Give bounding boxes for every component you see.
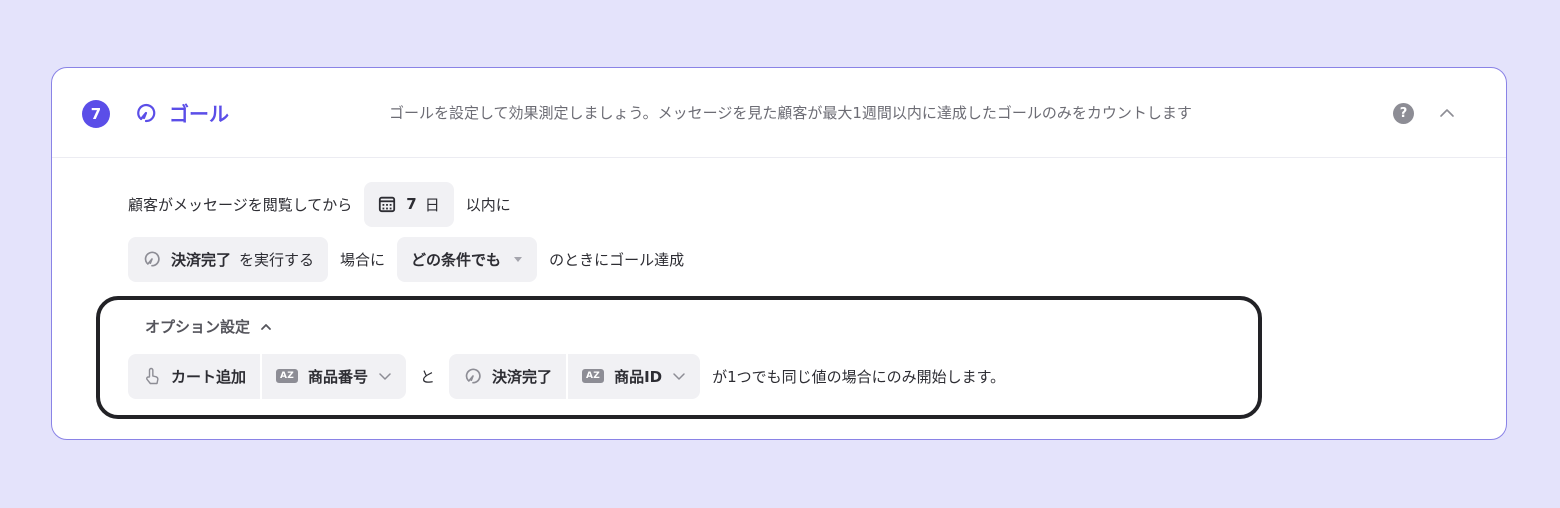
caret-down-icon: [514, 257, 523, 262]
options-suffix: が1つでも同じ値の場合にのみ開始します。: [712, 367, 1006, 386]
right-field-group: 決済完了 AZ 商品ID: [449, 353, 701, 399]
goal-icon: [465, 368, 481, 384]
touch-icon: [146, 367, 159, 385]
section-title: ゴール: [169, 102, 229, 126]
goal-icon: [144, 251, 160, 267]
step-badge: 7: [82, 100, 110, 128]
chevron-down-icon: [673, 373, 685, 380]
left-event-chip[interactable]: カート追加: [128, 353, 261, 399]
text-type-icon: AZ: [582, 369, 605, 383]
timeframe-row: 顧客がメッセージを閲覧してから 7 日 以内に: [128, 181, 511, 227]
timeframe-prefix: 顧客がメッセージを閲覧してから: [128, 195, 353, 214]
right-event-chip[interactable]: 決済完了: [449, 353, 567, 399]
options-toggle[interactable]: オプション設定: [145, 316, 272, 337]
chevron-up-icon[interactable]: [1438, 104, 1456, 122]
right-event-name: 決済完了: [492, 367, 553, 386]
event-name: 決済完了: [171, 250, 232, 269]
options-title: オプション設定: [145, 318, 251, 336]
timeframe-suffix: 以内に: [465, 195, 511, 214]
event-middle-text: 場合に: [340, 250, 386, 269]
left-field-name: 商品番号: [308, 367, 369, 386]
days-value: 7: [406, 195, 417, 213]
calendar-icon: [379, 196, 396, 213]
right-field-name: 商品ID: [614, 367, 663, 386]
event-row: 決済完了 を実行する 場合に どの条件でも のときにゴール達成: [128, 236, 684, 282]
condition-select-value: どの条件でも: [411, 250, 502, 269]
left-field-group: カート追加 AZ 商品番号: [128, 353, 407, 399]
goal-icon: [137, 103, 156, 123]
left-event-name: カート追加: [171, 367, 247, 386]
options-row: カート追加 AZ 商品番号 と 決済完了 AZ 商品ID が1つでも同じ値の場合…: [128, 353, 1005, 399]
help-icon[interactable]: ?: [1393, 103, 1414, 124]
text-type-icon: AZ: [276, 369, 299, 383]
chevron-up-icon: [261, 323, 271, 330]
card-header: 7 ゴール ゴールを設定して効果測定しましょう。メッセージを見た顧客が最大1週間…: [52, 68, 1506, 158]
days-selector[interactable]: 7 日: [364, 181, 454, 227]
condition-select[interactable]: どの条件でも: [397, 236, 538, 282]
event-action: を実行する: [239, 250, 315, 269]
event-chip[interactable]: 決済完了 を実行する: [128, 236, 329, 282]
chevron-down-icon: [379, 373, 391, 380]
connector-text: と: [420, 367, 436, 386]
goal-card: 7 ゴール ゴールを設定して効果測定しましょう。メッセージを見た顧客が最大1週間…: [51, 67, 1507, 440]
days-unit: 日: [424, 195, 440, 214]
section-description: ゴールを設定して効果測定しましょう。メッセージを見た顧客が最大1週間以内に達成し…: [389, 104, 1192, 122]
right-field-select[interactable]: AZ 商品ID: [566, 353, 701, 399]
goal-suffix: のときにゴール達成: [549, 250, 685, 269]
left-field-select[interactable]: AZ 商品番号: [260, 353, 407, 399]
